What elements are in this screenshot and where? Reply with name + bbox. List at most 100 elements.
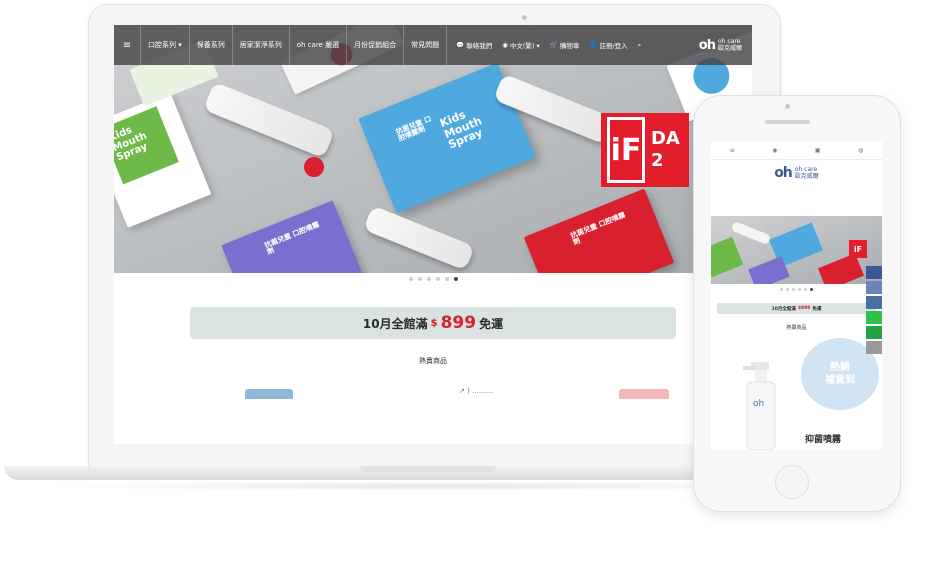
carousel-dot-active[interactable] [810,288,813,291]
phone-camera [785,104,790,109]
logo-text-cn: 歐克威爾 [717,45,742,52]
mobile-carousel-dots [711,288,882,291]
carousel-dot[interactable] [444,277,449,281]
phone-screen: ≡ ◉ ▣ ◍ oh oh care 歐克威爾 iF 10月全館滿 $899 免運… [711,141,882,450]
nav-cart-link[interactable]: 🛒 購物車 [545,40,585,50]
mobile-section-title: 熱賣商品 [786,325,807,331]
badge-line-2: 補貨到 [825,375,855,386]
mobile-logo-mark: oh [774,165,793,181]
laptop-camera [522,15,527,20]
menu-icon[interactable]: ≡ [730,147,735,154]
section-title-bestsellers: 熱賣商品 [419,357,447,365]
laptop-notch [360,466,496,472]
nav-home-cleaning-series[interactable]: 居家潔淨系列 [233,25,290,65]
contact-label: 聯絡我們 [466,42,493,50]
free-shipping-banner[interactable]: 10月全館滿 $ 899 免運 [190,307,676,339]
main-navbar: ≡ 口腔系列 ▾ 保養系列 居家潔淨系列 oh care 嚴選 月份促銷組合 常… [114,25,752,65]
mobile-topbar: ≡ ◉ ▣ ◍ [711,141,882,160]
globe-icon: ◉ [502,41,508,49]
carousel-dot[interactable] [804,288,807,291]
cart-icon[interactable]: ▣ [815,147,821,154]
laptop-screen: Kids Mouth Spray Kids Mouth Spray 抗菌兒童 口… [114,25,752,444]
mobile-hero-banner[interactable]: iF [711,216,882,284]
nav-contact-link[interactable]: 💬 聯絡我們 [451,40,497,50]
badge-line-1: 熱銷 [830,362,850,373]
carousel-dot[interactable] [417,277,422,281]
mobile-promo-amount: $899 [797,306,811,311]
nav-language-select[interactable]: ◉ 中文(繁) ▾ [497,40,545,50]
carousel-dot[interactable] [435,277,440,281]
spray-bottle-image: oh [743,362,776,450]
whatsapp-icon[interactable] [866,326,882,339]
if-logo: iF [607,117,645,183]
carousel-dot[interactable] [798,288,801,291]
carousel-dot[interactable] [786,288,789,291]
language-label: 中文(繁) ▾ [509,42,540,50]
product-box-red: 抗菌兒童 口腔噴霧劑 [523,188,675,273]
cart-icon: 🛒 [549,41,558,49]
line-icon[interactable] [866,311,882,324]
nav-skincare-series[interactable]: 保養系列 [190,25,233,65]
mobile-brand-logo[interactable]: oh oh care 歐克威爾 [711,165,882,181]
mobile-promo-prefix: 10月全館滿 [771,306,796,312]
phone-home-button [775,465,809,499]
user-icon: 👤 [589,41,598,49]
carousel-dot-active[interactable] [453,277,458,281]
mobile-social-sidebar [866,266,882,354]
mail-icon[interactable] [866,341,882,354]
nav-monthly-promo[interactable]: 月份促銷組合 [347,25,405,65]
carousel-dot[interactable] [780,288,783,291]
promo-prefix: 10月全館滿 [362,316,428,331]
red-box-text: 抗菌兒童 口腔噴霧劑 [569,210,627,248]
share-icon[interactable] [866,281,882,294]
blue-box-text: Kids Mouth Spray [437,107,485,152]
chat-icon: 💬 [456,41,465,49]
mobile-promo-suffix: 免運 [812,306,822,312]
nav-login-link[interactable]: 👤 註冊/登入 [584,40,632,50]
mobile-if-badge: iF [849,240,867,258]
mobile-box-green [711,236,744,278]
brand-logo[interactable]: oh oh care 歐克威爾 [699,38,742,53]
carousel-dots [114,277,752,281]
svg-text:oh: oh [753,399,764,409]
messenger-icon[interactable] [866,296,882,309]
nav-search-button[interactable]: ⌕ [633,41,647,50]
user-icon[interactable]: ◍ [858,147,863,154]
login-label: 註冊/登入 [599,42,628,50]
promo-amount: 899 [440,313,477,333]
mobile-logo-text-cn: 歐克威爾 [794,173,819,180]
mobile-logo-text-en: oh care [794,166,818,173]
mobile-tube [730,220,772,246]
purple-box-text: 抗菌兒童 口腔噴霧劑 [263,220,321,257]
product-name: 抑菌噴霧 [805,435,842,445]
strawberry-icon [304,157,324,177]
mobile-product-card[interactable]: 熱銷 補貨到 oh 抑菌噴霧 [721,338,879,450]
facebook-icon[interactable] [866,266,882,279]
mobile-box-purple [748,256,790,284]
promo-suffix: 免運 [479,316,504,331]
carousel-dot[interactable] [426,277,431,281]
product-card-peek[interactable] [245,389,293,399]
phone-speaker [765,120,810,124]
logo-mark: oh [698,37,716,53]
if-award-year: DA 2 [650,128,680,171]
spray-tube-1 [203,81,335,159]
search-icon: ⌕ [637,40,642,49]
nav-ohcare-selection[interactable]: oh care 嚴選 [290,25,348,65]
if-design-award-badge: iF DA 2 [601,113,689,187]
cart-label: 購物車 [559,42,580,50]
carousel-dot[interactable] [408,277,413,281]
product-box-green: Kids Mouth Spray [114,92,212,228]
logo-text-en: oh care [717,38,741,45]
hamburger-menu-icon[interactable]: ≡ [114,25,141,65]
spray-tube-3 [363,205,475,271]
nav-faq[interactable]: 常見問題 [404,25,448,65]
carousel-dot[interactable] [792,288,795,291]
globe-icon[interactable]: ◉ [772,147,777,154]
product-card-peek[interactable] [619,389,669,399]
nav-oral-series[interactable]: 口腔系列 ▾ [141,25,190,65]
blue-box-cn-text: 抗菌兒童 口腔噴霧劑 [394,114,433,144]
mobile-free-shipping-banner[interactable]: 10月全館滿 $899 免運 [717,303,876,314]
product-card-peek-text: ↗ ) ……… [459,387,494,395]
promo-currency: $ [430,317,438,329]
